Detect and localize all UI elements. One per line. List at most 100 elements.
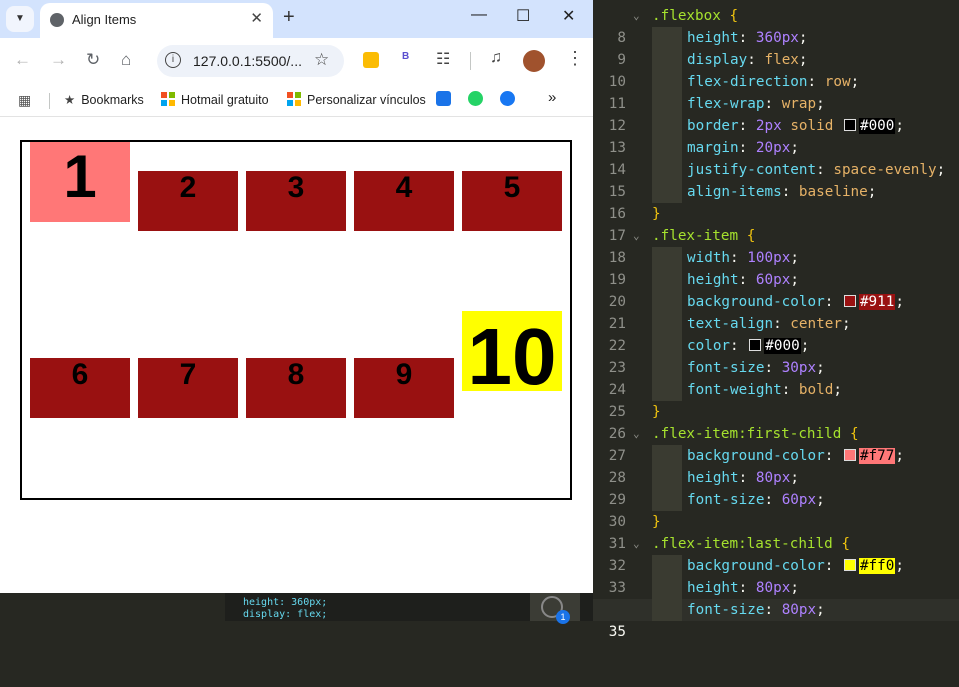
code-line-11[interactable]: 11 flex-direction: row; (593, 71, 959, 112)
close-tab-icon[interactable]: ✕ (250, 9, 263, 27)
tab-strip: ▼ Align Items ✕ + — ☐ ✕ (0, 0, 593, 38)
new-tab-button[interactable]: + (283, 6, 295, 29)
indent-guide (652, 93, 682, 115)
fold-chevron-icon[interactable]: ⌄ (633, 423, 640, 445)
notification-badge: 1 (556, 610, 570, 624)
bookmark-item[interactable]: Personalizar vínculos (287, 92, 426, 107)
home-icon[interactable]: ⌂ (121, 50, 131, 70)
indent-guide (652, 247, 682, 269)
forward-icon[interactable]: → (50, 50, 67, 70)
color-swatch[interactable] (843, 449, 856, 461)
indent-guide (652, 599, 682, 621)
indent-guide (652, 71, 682, 93)
apps-grid-icon[interactable]: ▦ (18, 92, 31, 109)
code-line-8[interactable]: 8 ⌄ .flexbox { (593, 5, 959, 46)
back-icon[interactable]: ← (14, 50, 31, 70)
keep-extension-icon[interactable] (363, 52, 379, 68)
code-line-35[interactable]: 35 font-size: 80px; (593, 599, 959, 640)
code-text: font-size: 80px; (687, 602, 825, 618)
code-text: } (652, 404, 661, 420)
bookmark-item[interactable]: Hotmail gratuito (161, 92, 269, 107)
code-text: height: 360px; (687, 30, 808, 46)
extensions-puzzle-icon[interactable]: ☷ (436, 49, 450, 69)
active-tab[interactable]: Align Items ✕ (40, 3, 273, 38)
indent-guide (652, 137, 682, 159)
fold-chevron-icon[interactable]: ⌄ (633, 5, 640, 27)
meet-icon[interactable] (436, 91, 451, 106)
code-line-17[interactable]: 17 } (593, 203, 959, 244)
code-line-23[interactable]: 23 color: #000; (593, 335, 959, 376)
site-info-icon[interactable]: i (165, 52, 181, 68)
code-line-33[interactable]: 33 background-color: #ff0; (593, 555, 959, 596)
more-bookmarks-icon[interactable]: » (548, 89, 556, 106)
code-line-21[interactable]: 21 background-color: #911; (593, 291, 959, 332)
code-line-28[interactable]: 28 background-color: #f77; (593, 445, 959, 486)
flex-item-3: 3 (246, 171, 346, 231)
flex-item-1: 1 (30, 142, 130, 222)
color-swatch[interactable] (843, 295, 856, 307)
code-line-31[interactable]: 31 } (593, 511, 959, 552)
maximize-button[interactable]: ☐ (516, 6, 530, 26)
code-line-9[interactable]: 9 height: 360px; (593, 27, 959, 68)
code-editor[interactable]: 8 ⌄ .flexbox { 9 height: 360px; 10 displ… (593, 0, 959, 640)
code-text: } (652, 514, 661, 530)
line-number: 35 (608, 624, 626, 640)
flex-item-6: 6 (30, 358, 130, 418)
code-text: color: #000; (687, 338, 810, 354)
browser-window: ▼ Align Items ✕ + — ☐ ✕ ← → ↻ ⌂ i 127.0.… (0, 0, 593, 593)
fold-chevron-icon[interactable]: ⌄ (633, 533, 640, 555)
code-line-29[interactable]: 29 height: 80px; (593, 467, 959, 508)
address-bar[interactable]: i 127.0.0.1:5500/... ☆ (157, 45, 344, 77)
code-line-12[interactable]: 12 flex-wrap: wrap; (593, 93, 959, 134)
code-line-25[interactable]: 25 font-weight: bold; (593, 379, 959, 420)
bookmark-label: Bookmarks (81, 93, 144, 107)
fold-chevron-icon[interactable]: ⌄ (633, 225, 640, 247)
bookmark-item[interactable]: ★ Bookmarks (64, 92, 144, 107)
bookmark-label: Hotmail gratuito (181, 93, 269, 107)
code-line-10[interactable]: 10 display: flex; (593, 49, 959, 90)
code-text: .flex-item:first-child { (652, 426, 859, 442)
code-line-20[interactable]: 20 height: 60px; (593, 269, 959, 310)
code-line-30[interactable]: 30 font-size: 60px; (593, 489, 959, 530)
code-line-32[interactable]: 32 ⌄ .flex-item:last-child { (593, 533, 959, 574)
code-line-34[interactable]: 34 height: 80px; (593, 577, 959, 618)
code-text: align-items: baseline; (687, 184, 877, 200)
background-code-line: display: flex; (243, 609, 328, 620)
code-line-14[interactable]: 14 margin: 20px; (593, 137, 959, 178)
color-swatch[interactable] (843, 119, 856, 131)
media-control-icon[interactable]: ♫ (490, 49, 502, 67)
code-line-15[interactable]: 15 justify-content: space-evenly; (593, 159, 959, 200)
bookmark-label: Personalizar vínculos (307, 93, 426, 107)
color-swatch[interactable] (749, 339, 762, 351)
minimize-button[interactable]: — (471, 6, 487, 24)
code-line-18[interactable]: 18 ⌄ .flex-item { (593, 225, 959, 266)
code-line-22[interactable]: 22 text-align: center; (593, 313, 959, 354)
code-text: height: 80px; (687, 580, 799, 596)
flexbox-container: 1 2 3 4 5 6 7 8 9 10 (20, 140, 572, 500)
indent-guide (652, 555, 682, 577)
messenger-icon[interactable] (500, 91, 515, 106)
code-line-27[interactable]: 27 ⌄ .flex-item:first-child { (593, 423, 959, 464)
star-icon: ★ (64, 93, 76, 107)
code-line-16[interactable]: 16 align-items: baseline; (593, 181, 959, 222)
close-window-button[interactable]: ✕ (562, 6, 575, 26)
bookmark-star-icon[interactable]: ☆ (314, 50, 329, 70)
code-line-24[interactable]: 24 font-size: 30px; (593, 357, 959, 398)
code-text: height: 60px; (687, 272, 799, 288)
code-text: .flexbox { (652, 8, 739, 24)
code-line-13[interactable]: 13 border: 2px solid #000; (593, 115, 959, 156)
code-text: flex-wrap: wrap; (687, 96, 825, 112)
code-line-19[interactable]: 19 width: 100px; (593, 247, 959, 288)
code-line-26[interactable]: 26 } (593, 401, 959, 442)
indent-guide (652, 577, 682, 599)
browser-toolbar: ← → ↻ ⌂ i 127.0.0.1:5500/... ☆ B ☷ ♫ ⋮ (0, 38, 593, 84)
color-swatch[interactable] (843, 559, 856, 571)
profile-avatar[interactable] (523, 50, 545, 72)
whatsapp-icon[interactable] (468, 91, 483, 106)
tab-search-button[interactable]: ▼ (6, 6, 34, 32)
indent-guide (652, 115, 682, 137)
extension-b-icon[interactable]: B (402, 51, 409, 62)
reload-icon[interactable]: ↻ (86, 50, 100, 70)
microsoft-logo-icon (161, 92, 175, 106)
menu-dots-icon[interactable]: ⋮ (566, 48, 584, 69)
